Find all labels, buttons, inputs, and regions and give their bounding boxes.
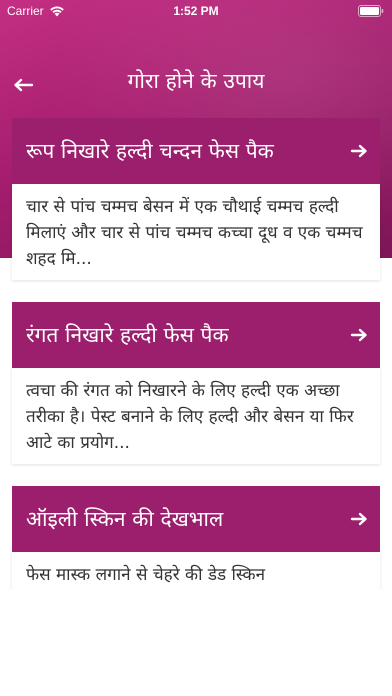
card-body: त्वचा की रंगत को निखारने के लिए हल्दी एक… [12, 368, 380, 464]
arrow-right-icon[interactable] [350, 511, 368, 527]
remedy-list: रूप निखारे हल्दी चन्दन फेस पैक चार से पा… [12, 118, 380, 632]
page-title: गोरा होने के उपाय [127, 69, 265, 93]
card-description: फेस मास्क लगाने से चेहरे की डेड स्किन [26, 565, 266, 585]
arrow-right-icon[interactable] [350, 143, 368, 159]
nav-bar: गोरा होने के उपाय [0, 54, 392, 106]
card-header[interactable]: रंगत निखारे हल्दी फेस पैक [12, 302, 380, 368]
arrow-right-icon[interactable] [350, 327, 368, 343]
card-description: चार से पांच चम्मच बेसन में एक चौथाई चम्म… [26, 197, 363, 269]
card-body: चार से पांच चम्मच बेसन में एक चौथाई चम्म… [12, 184, 380, 280]
card-title: रूप निखारे हल्दी चन्दन फेस पैक [26, 139, 274, 163]
remedy-card[interactable]: रंगत निखारे हल्दी फेस पैक त्वचा की रंगत … [12, 302, 380, 464]
battery-icon [358, 5, 384, 17]
remedy-card[interactable]: रूप निखारे हल्दी चन्दन फेस पैक चार से पा… [12, 118, 380, 280]
card-header[interactable]: रूप निखारे हल्दी चन्दन फेस पैक [12, 118, 380, 184]
card-header[interactable]: ऑइली स्किन की देखभाल [12, 486, 380, 552]
card-title: रंगत निखारे हल्दी फेस पैक [26, 323, 229, 347]
empty-area [0, 590, 392, 696]
card-title: ऑइली स्किन की देखभाल [26, 507, 224, 531]
status-time: 1:52 PM [173, 4, 219, 18]
status-bar: Carrier 1:52 PM [0, 0, 392, 22]
card-description: त्वचा की रंगत को निखारने के लिए हल्दी एक… [26, 381, 354, 453]
